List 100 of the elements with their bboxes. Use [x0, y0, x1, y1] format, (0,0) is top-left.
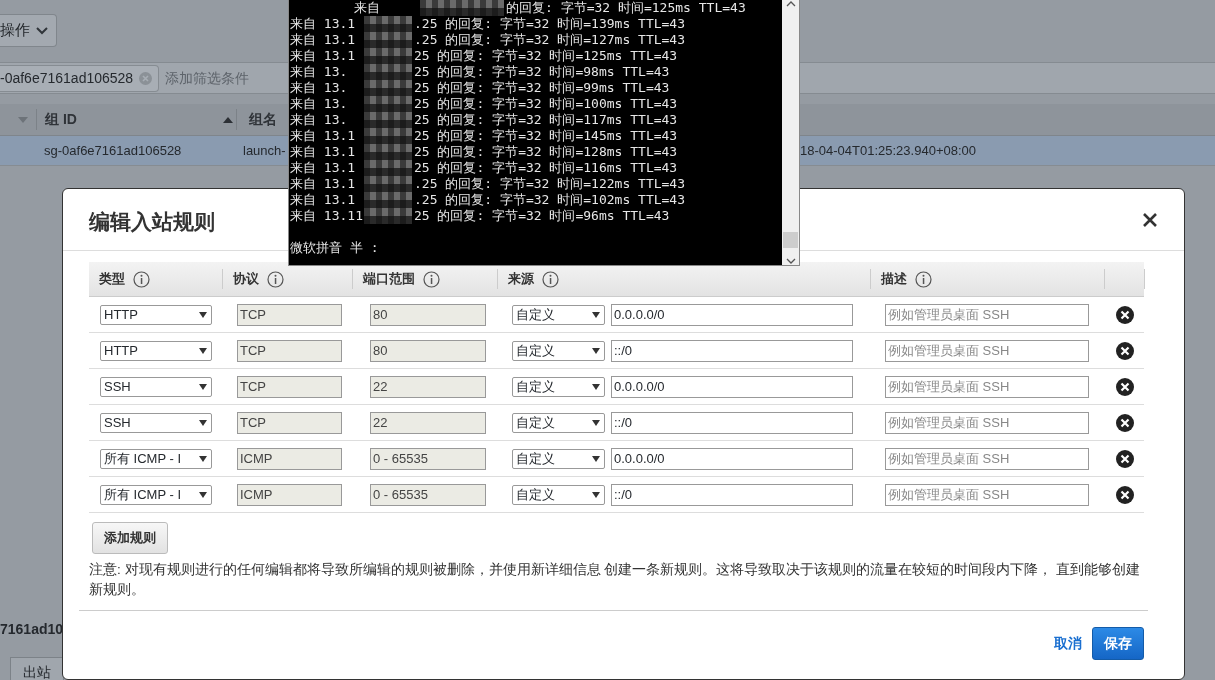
- terminal-text: 来自: [354, 0, 380, 16]
- source-select[interactable]: 自定义: [512, 448, 605, 469]
- info-icon[interactable]: [542, 270, 559, 288]
- terminal-text: 来自 13.: [290, 112, 348, 128]
- info-icon[interactable]: [267, 270, 284, 288]
- type-select[interactable]: SSH: [100, 412, 212, 433]
- cidr-field[interactable]: ::/0: [611, 339, 853, 362]
- cidr-field[interactable]: ::/0: [611, 411, 853, 434]
- terminal-text: 的回复: 字节=32 时间=125ms TTL=43: [506, 0, 746, 16]
- description-field[interactable]: 例如管理员桌面 SSH: [885, 447, 1089, 470]
- column-header: 端口范围: [363, 270, 415, 289]
- port-range-field: 22: [370, 411, 486, 434]
- description-field[interactable]: 例如管理员桌面 SSH: [885, 483, 1089, 506]
- type-select[interactable]: HTTP: [100, 340, 212, 361]
- port-range-field: 80: [370, 303, 486, 326]
- description-field[interactable]: 例如管理员桌面 SSH: [885, 411, 1089, 434]
- pixelated-redaction: [364, 16, 412, 32]
- pixelated-redaction: [364, 208, 412, 224]
- source-select[interactable]: 自定义: [512, 304, 605, 325]
- pixelated-redaction: [364, 160, 412, 176]
- protocol-field: ICMP: [237, 447, 342, 470]
- source-select[interactable]: 自定义: [512, 376, 605, 397]
- description-field[interactable]: 例如管理员桌面 SSH: [885, 303, 1089, 326]
- terminal-text: 25 的回复: 字节=32 时间=128ms TTL=43: [414, 144, 678, 160]
- type-select[interactable]: SSH: [100, 376, 212, 397]
- cidr-field[interactable]: 0.0.0.0/0: [611, 303, 853, 326]
- terminal-text: 25 的回复: 字节=32 时间=117ms TTL=43: [414, 112, 678, 128]
- cidr-field[interactable]: 0.0.0.0/0: [611, 447, 853, 470]
- pixelated-redaction: [364, 192, 412, 208]
- caret-down-icon: [198, 454, 208, 463]
- type-select[interactable]: 所有 ICMP - I: [100, 484, 212, 505]
- remove-icon[interactable]: [1116, 413, 1134, 432]
- source-select[interactable]: 自定义: [512, 412, 605, 433]
- caret-down-icon: [198, 310, 208, 319]
- note-text: 注意: 对现有规则进行的任何编辑都将导致所编辑的规则被删除，并使用新详细信息 创建一条新规则。这将导致取决于该规则的流量在较短的时间段内下降， 直到能够创建新规则。: [89, 561, 1142, 599]
- caret-down-icon: [591, 418, 601, 427]
- port-range-field: 22: [370, 375, 486, 398]
- remove-icon[interactable]: [1116, 377, 1134, 396]
- description-field[interactable]: 例如管理员桌面 SSH: [885, 375, 1089, 398]
- close-icon[interactable]: [1142, 211, 1158, 228]
- source-select[interactable]: 自定义: [512, 340, 605, 361]
- cancel-link[interactable]: 取消: [1054, 633, 1082, 654]
- terminal-text: 25 的回复: 字节=32 时间=100ms TTL=43: [414, 96, 678, 112]
- tab[interactable]: 出站: [10, 657, 64, 680]
- remove-icon[interactable]: [1116, 305, 1134, 324]
- type-select[interactable]: HTTP: [100, 304, 212, 325]
- terminal-text: 来自 13.1: [290, 192, 356, 208]
- filter-tag: -0af6e7161ad106528: [0, 64, 160, 92]
- scrollbar[interactable]: [782, 0, 799, 265]
- dialog-title: 编辑入站规则: [89, 208, 215, 235]
- sort-up-icon: [220, 115, 236, 124]
- pixelated-redaction: [364, 96, 412, 112]
- column-header: 组名: [249, 111, 277, 127]
- protocol-field: TCP: [237, 375, 342, 398]
- pixelated-redaction: [364, 112, 412, 128]
- actions-button[interactable]: 操作: [0, 14, 57, 47]
- scroll-up-icon[interactable]: [785, 0, 796, 8]
- column-header: 来源: [508, 270, 534, 289]
- terminal-text: 来自 13.: [290, 96, 348, 112]
- caret-down-icon: [198, 418, 208, 427]
- caret-down-icon: [591, 310, 601, 319]
- pixelated-redaction: [364, 48, 412, 64]
- protocol-field: TCP: [237, 411, 342, 434]
- table-cell-text: launch-: [243, 141, 286, 160]
- sort-down-icon: [18, 116, 28, 123]
- table-cell-text: sg-0af6e7161ad106528: [44, 141, 182, 160]
- pixelated-redaction: [364, 64, 412, 80]
- info-icon[interactable]: [915, 270, 932, 288]
- caret-down-icon: [591, 490, 601, 499]
- caret-down-icon: [591, 454, 601, 463]
- terminal-text: 25 的回复: 字节=32 时间=125ms TTL=43: [414, 48, 678, 64]
- info-icon[interactable]: [133, 270, 150, 288]
- terminal-text: 来自 13.1: [290, 16, 356, 32]
- info-icon[interactable]: [423, 270, 440, 288]
- cidr-field[interactable]: ::/0: [611, 483, 853, 506]
- terminal-text: 微软拼音 半 :: [290, 240, 379, 256]
- cidr-field[interactable]: 0.0.0.0/0: [611, 375, 853, 398]
- chevron-down-icon: [36, 26, 48, 35]
- terminal-text: .25 的回复: 字节=32 时间=127ms TTL=43: [414, 32, 685, 48]
- caret-down-icon: [198, 490, 208, 499]
- terminal-text: 来自 13.1: [290, 32, 356, 48]
- type-select[interactable]: 所有 ICMP - I: [100, 448, 212, 469]
- column-header: 协议: [233, 270, 259, 289]
- terminal-text: .25 的回复: 字节=32 时间=102ms TTL=43: [414, 192, 685, 208]
- description-field[interactable]: 例如管理员桌面 SSH: [885, 339, 1089, 362]
- terminal-text: 来自 13.: [290, 80, 348, 96]
- scroll-thumb[interactable]: [783, 232, 798, 248]
- terminal-text: 来自 13.: [290, 64, 348, 80]
- source-select[interactable]: 自定义: [512, 484, 605, 505]
- save-button[interactable]: 保存: [1092, 627, 1144, 660]
- scroll-down-icon[interactable]: [785, 257, 796, 265]
- caret-down-icon: [198, 346, 208, 355]
- pixelated-redaction: [364, 32, 412, 48]
- remove-icon[interactable]: [1116, 341, 1134, 360]
- remove-icon[interactable]: [1116, 449, 1134, 468]
- column-header: 类型: [99, 270, 125, 289]
- add-rule-button[interactable]: 添加规则: [92, 522, 168, 554]
- column-header: 组 ID: [45, 110, 77, 129]
- remove-icon[interactable]: [1116, 485, 1134, 504]
- table-cell-text: 18-04-04T01:25:23.940+08:00: [800, 141, 976, 160]
